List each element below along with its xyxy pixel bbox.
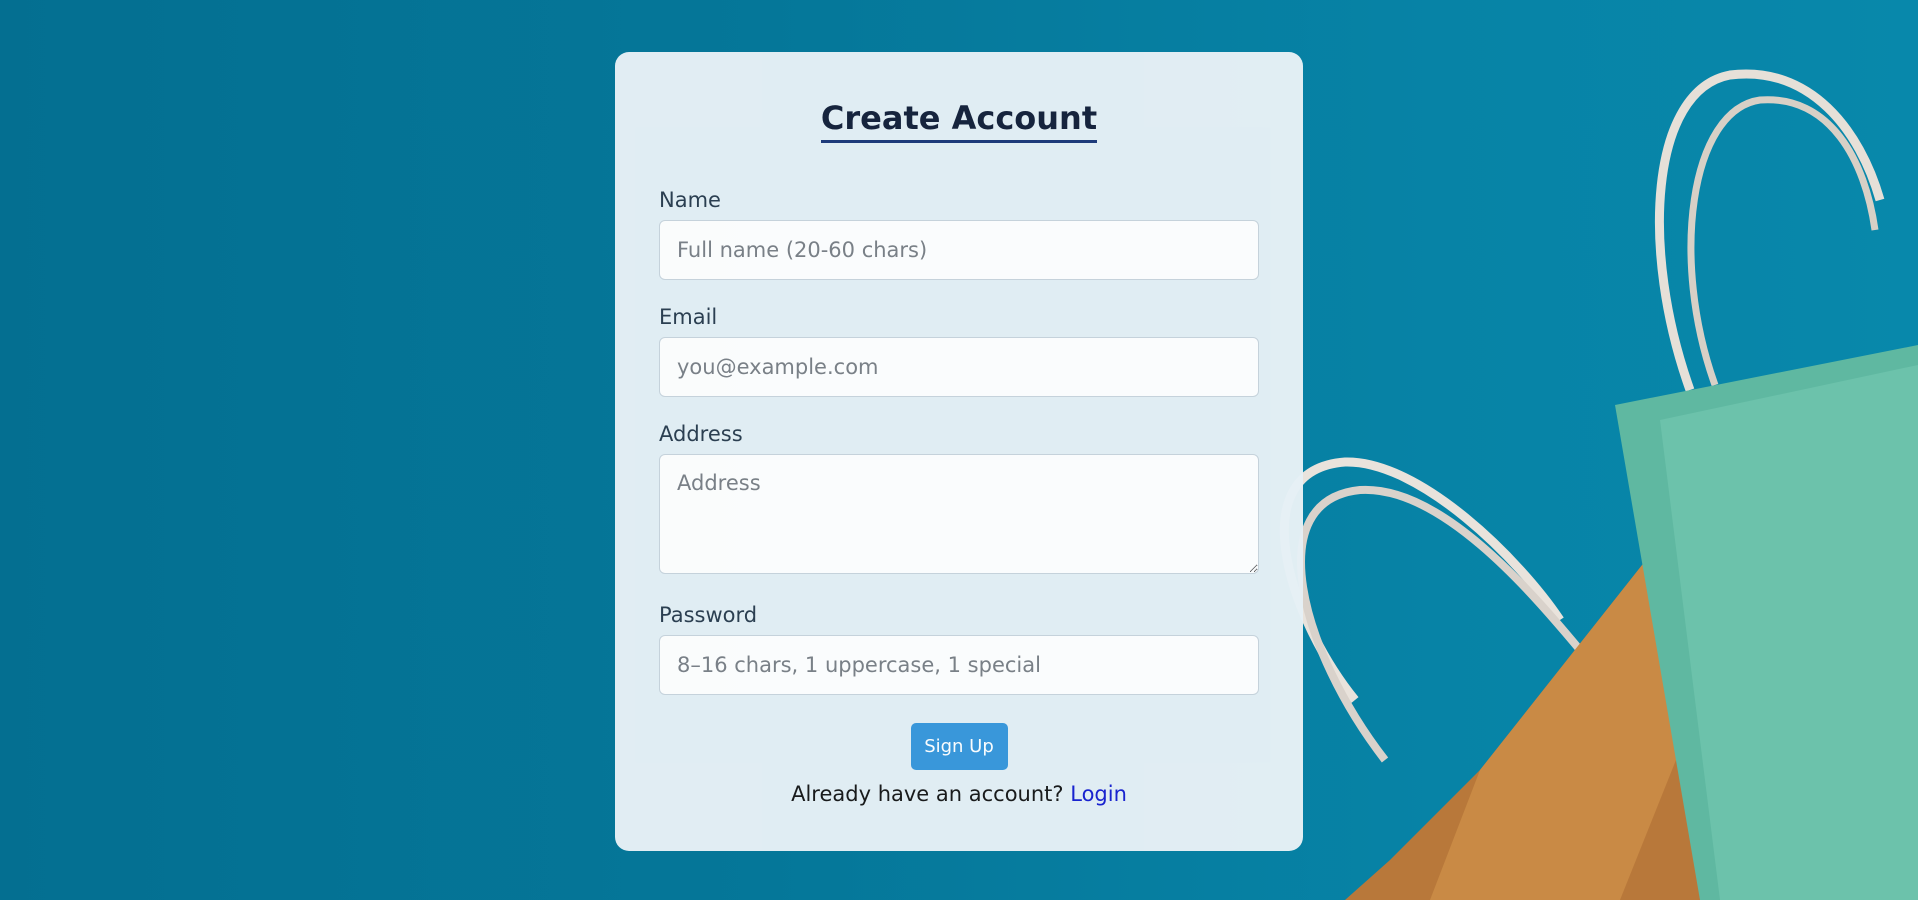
email-field-group: Email [659, 305, 1259, 398]
email-label: Email [659, 305, 718, 330]
address-textarea[interactable] [659, 454, 1259, 575]
login-row: Already have an account? Login [659, 782, 1259, 806]
submit-row: Sign Up [659, 723, 1259, 771]
password-label: Password [659, 603, 758, 628]
name-input[interactable] [659, 220, 1259, 281]
password-field-group: Password [659, 603, 1259, 696]
page-title-text: Create Account [820, 100, 1098, 144]
page-title: Create Account [659, 52, 1259, 155]
login-prompt: Already have an account? [791, 782, 1064, 807]
login-link[interactable]: Login [1070, 782, 1127, 806]
signup-card: Create Account Name Email Address Passwo… [615, 52, 1303, 851]
address-field-group: Address [659, 422, 1259, 575]
email-input[interactable] [659, 337, 1259, 398]
name-label: Name [659, 188, 721, 212]
name-field-group: Name [659, 188, 1259, 281]
sign-up-button[interactable]: Sign Up [910, 723, 1008, 771]
password-input[interactable] [659, 635, 1259, 696]
address-label: Address [659, 422, 743, 447]
